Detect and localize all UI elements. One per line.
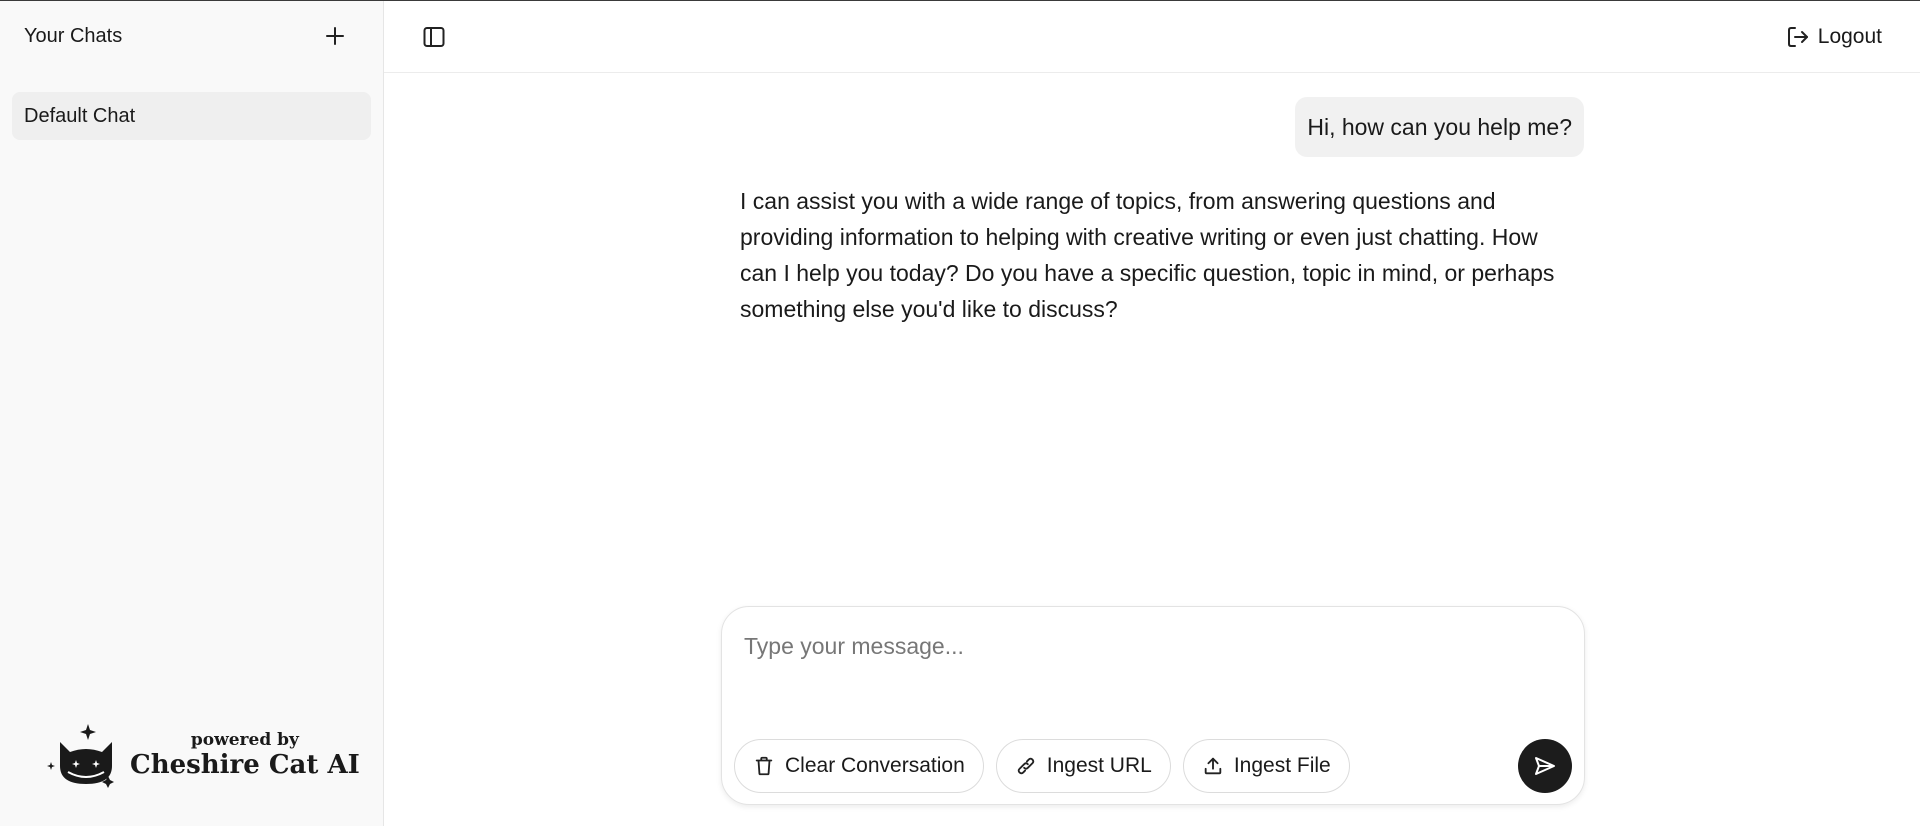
- powered-by-logo: powered by Cheshire Cat AI: [46, 722, 360, 788]
- app-root: Your Chats Default Chat powered by Chesh…: [0, 0, 1920, 826]
- link-icon: [1017, 757, 1035, 775]
- topbar: Logout: [384, 1, 1920, 73]
- sidebar-title: Your Chats: [24, 24, 123, 47]
- message-composer: Clear Conversation Ingest URL Inges: [721, 606, 1585, 805]
- sidebar-toggle-button[interactable]: [418, 21, 450, 53]
- ingest-url-label: Ingest URL: [1046, 754, 1152, 777]
- sidebar: Your Chats Default Chat powered by Chesh…: [0, 1, 384, 826]
- clear-conversation-label: Clear Conversation: [785, 754, 965, 777]
- new-chat-button[interactable]: [321, 22, 349, 50]
- logout-button[interactable]: Logout: [1786, 25, 1882, 49]
- upload-icon: [1204, 757, 1222, 775]
- message-input[interactable]: [744, 633, 1544, 703]
- powered-by-label: powered by: [190, 730, 299, 750]
- chat-list: Default Chat: [0, 71, 383, 140]
- sidebar-header: Your Chats: [0, 1, 383, 71]
- brand-name: Cheshire Cat AI: [130, 750, 360, 780]
- main-panel: Logout Hi, how can you help me? I can as…: [384, 1, 1920, 826]
- trash-icon: [755, 756, 773, 776]
- composer-actions: Clear Conversation Ingest URL Ingest Fil…: [734, 739, 1350, 793]
- clear-conversation-button[interactable]: Clear Conversation: [734, 739, 984, 793]
- chat-item-label: Default Chat: [24, 104, 136, 127]
- logout-label: Logout: [1817, 24, 1882, 48]
- chat-item-default[interactable]: Default Chat: [12, 92, 371, 140]
- plus-icon: [326, 27, 344, 45]
- conversation: Hi, how can you help me? I can assist yo…: [384, 73, 1920, 327]
- cheshire-cat-logo-icon: [47, 724, 114, 788]
- assistant-message: I can assist you with a wide range of to…: [740, 188, 1555, 322]
- send-icon: [1535, 757, 1555, 775]
- ingest-file-button[interactable]: Ingest File: [1182, 739, 1350, 793]
- send-button[interactable]: [1518, 739, 1572, 793]
- ingest-file-label: Ingest File: [1233, 754, 1331, 777]
- sidebar-toggle-icon: [423, 26, 445, 47]
- logout-icon: [1787, 26, 1808, 47]
- powered-by-text: powered by Cheshire Cat AI: [130, 730, 360, 780]
- ingest-url-button[interactable]: Ingest URL: [995, 739, 1171, 793]
- user-message: Hi, how can you help me?: [1295, 97, 1584, 157]
- user-message-row: Hi, how can you help me?: [720, 97, 1584, 157]
